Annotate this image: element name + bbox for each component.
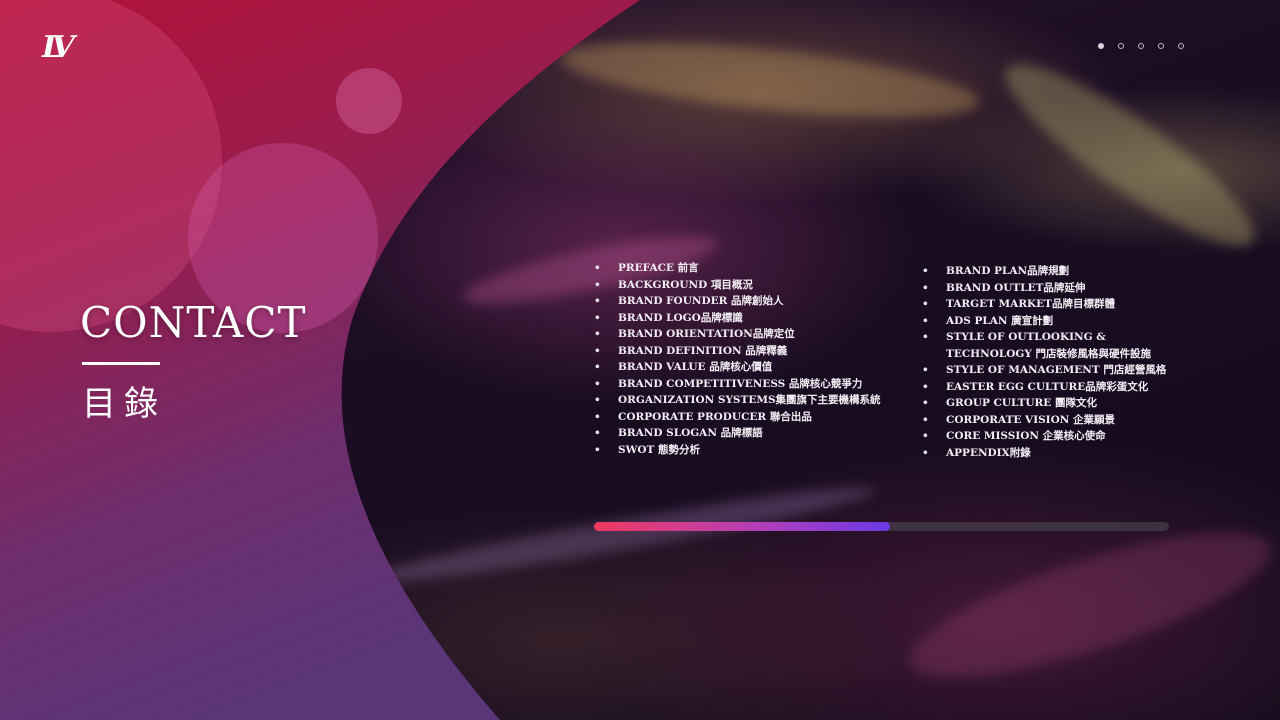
slide: LV CONTACT 目錄 PREFACE 前言 BACKGROUND 項目概況… [0,0,1280,720]
toc-item: GROUP CULTURE 團隊文化 [922,395,1176,412]
toc-item: BRAND PLAN品牌規劃 [922,263,1176,280]
pager-dot[interactable] [1138,43,1144,49]
toc-item: SWOT 態勢分析 [594,442,881,459]
toc-item: BRAND FOUNDER 品牌創始人 [594,293,881,310]
toc-item: PREFACE 前言 [594,260,881,277]
toc-list-right: BRAND PLAN品牌規劃 BRAND OUTLET品牌延伸 TARGET M… [922,263,1176,461]
toc-item: BACKGROUND 項目概況 [594,277,881,294]
toc-list-left: PREFACE 前言 BACKGROUND 項目概況 BRAND FOUNDER… [594,260,881,458]
toc-item: CORPORATE VISION 企業願景 [922,412,1176,429]
toc-item: BRAND OUTLET品牌延伸 [922,280,1176,297]
title-underline [82,362,160,365]
toc-item: BRAND DEFINITION 品牌釋義 [594,343,881,360]
slide-pager [1098,43,1184,49]
progress-track [594,522,1169,531]
decor-circle [336,68,402,134]
pager-dot[interactable] [1178,43,1184,49]
toc-item: EASTER EGG CULTURE品牌彩蛋文化 [922,379,1176,396]
toc-item: BRAND COMPETITIVENESS 品牌核心競爭力 [594,376,881,393]
toc-item: BRAND ORIENTATION品牌定位 [594,326,881,343]
brand-logo: LV [42,30,75,65]
pager-dot[interactable] [1098,43,1104,49]
section-title: CONTACT [80,298,307,347]
toc-item: CORPORATE PRODUCER 聯合出品 [594,409,881,426]
toc-item: TARGET MARKET品牌目標群體 [922,296,1176,313]
toc-item: STYLE OF MANAGEMENT 門店經營風格 [922,362,1176,379]
toc-item: APPENDIX附錄 [922,445,1176,462]
toc-item: BRAND SLOGAN 品牌標語 [594,425,881,442]
toc-item: STYLE OF OUTLOOKING & TECHNOLOGY 門店裝修風格與… [922,329,1176,362]
pager-dot[interactable] [1158,43,1164,49]
section-subtitle: 目錄 [82,384,166,424]
toc-item: BRAND LOGO品牌標識 [594,310,881,327]
toc-item: ORGANIZATION SYSTEMS集團旗下主要機構系統 [594,392,881,409]
toc-item: ADS PLAN 廣宣計劃 [922,313,1176,330]
progress-fill [594,522,891,531]
pager-dot[interactable] [1118,43,1124,49]
toc-item: BRAND VALUE 品牌核心價值 [594,359,881,376]
toc-item: CORE MISSION 企業核心使命 [922,428,1176,445]
